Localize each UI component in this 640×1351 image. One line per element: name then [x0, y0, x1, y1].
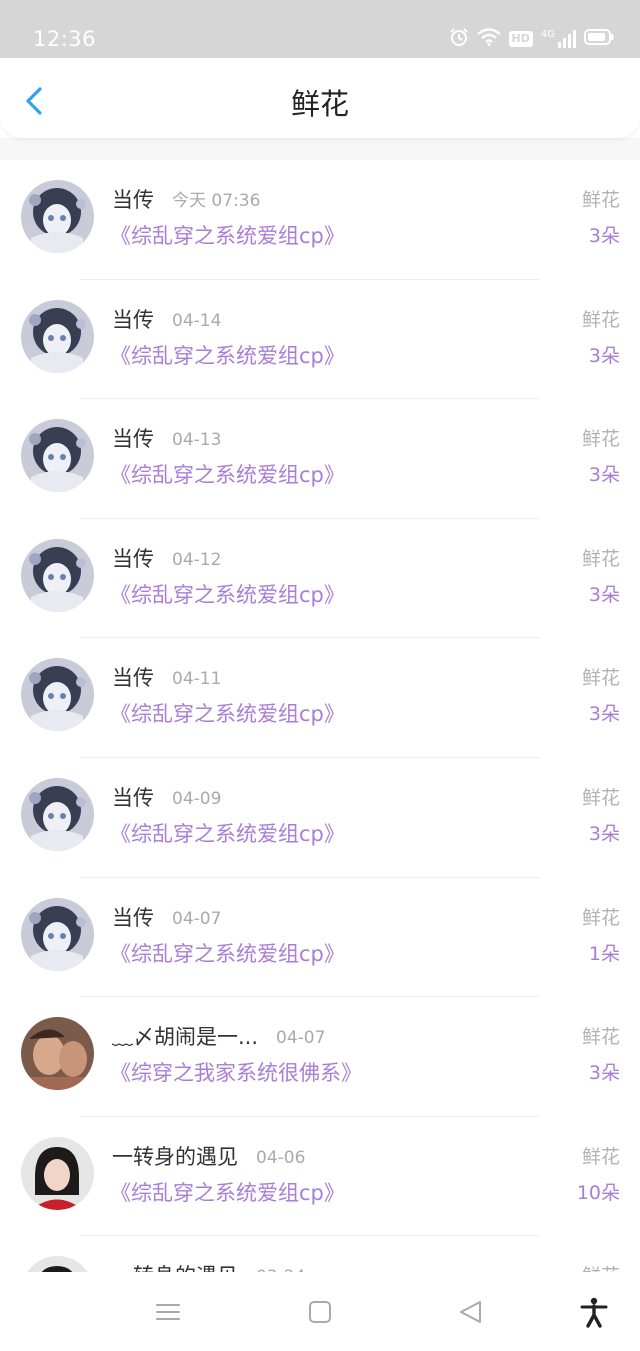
gift-count: 3朵 — [588, 822, 620, 845]
gift-records-list[interactable]: 当传 今天 07:36 《综乱穿之系统爱组cp》 鲜花 3朵 当传 04-14 … — [0, 160, 640, 1272]
list-item[interactable]: 当传 04-14 《综乱穿之系统爱组cp》 鲜花 3朵 — [0, 280, 640, 400]
home-button[interactable] — [304, 1296, 336, 1328]
gift-type: 鲜花 — [581, 189, 620, 211]
divider-band — [0, 138, 640, 160]
gift-time: 04-07 — [276, 1028, 326, 1049]
list-item[interactable]: 当传 04-09 《综乱穿之系统爱组cp》 鲜花 3朵 — [0, 758, 640, 878]
avatar[interactable] — [21, 777, 94, 851]
sender-name: 当传 — [112, 546, 154, 571]
book-title[interactable]: 《综乱穿之系统爱组cp》 — [110, 939, 345, 969]
status-bar: 12:36 HD 4G — [0, 0, 640, 58]
gift-count: 3朵 — [588, 344, 620, 367]
menu-button[interactable] — [152, 1296, 184, 1328]
book-title[interactable]: 《综乱穿之系统爱组cp》 — [110, 460, 345, 490]
hd-icon: HD — [508, 31, 533, 47]
back-nav-button[interactable] — [455, 1296, 487, 1328]
gift-type: 鲜花 — [582, 1263, 620, 1272]
page-title: 鲜花 — [290, 87, 349, 121]
book-title[interactable]: 《综乱穿之系统爱组cp》 — [110, 221, 345, 251]
avatar[interactable] — [21, 1256, 94, 1272]
avatar[interactable] — [21, 658, 94, 732]
gift-type: 鲜花 — [581, 1026, 620, 1049]
gift-time: 04-14 — [172, 310, 222, 331]
wifi-icon — [476, 28, 501, 50]
list-item[interactable]: ﹏〆胡闹是一... 04-07 《综穿之我家系统很佛系》 鲜花 3朵 — [0, 997, 640, 1117]
list-item[interactable]: 一转身的遇见 03-24 《综乱穿之系统爱组cp》 鲜花 — [0, 1236, 640, 1272]
gift-count: 1朵 — [588, 942, 620, 965]
avatar[interactable] — [21, 897, 94, 971]
list-item[interactable]: 一转身的遇见 04-06 《综乱穿之系统爱组cp》 鲜花 10朵 — [0, 1117, 640, 1237]
list-item[interactable]: 当传 04-07 《综乱穿之系统爱组cp》 鲜花 1朵 — [0, 878, 640, 998]
status-time: 12:36 — [33, 27, 97, 51]
gift-time: 04-11 — [172, 669, 222, 690]
gift-time: 04-07 — [172, 908, 222, 929]
signal-4g-icon: 4G — [541, 30, 576, 48]
menu-icon — [156, 1304, 180, 1320]
gift-time: 今天 07:36 — [172, 191, 261, 211]
book-title[interactable]: 《综穿之我家系统很佛系》 — [110, 1058, 362, 1088]
book-title[interactable]: 《综乱穿之系统爱组cp》 — [110, 819, 345, 849]
avatar[interactable] — [21, 419, 94, 493]
accessibility-button[interactable] — [578, 1296, 610, 1328]
network-label: 4G — [540, 29, 555, 40]
gift-time: 04-13 — [172, 430, 222, 451]
gift-type: 鲜花 — [581, 906, 620, 929]
sender-name: 当传 — [112, 188, 154, 212]
gift-time: 04-09 — [172, 788, 222, 809]
gift-type: 鲜花 — [581, 1145, 620, 1168]
sender-name: 当传 — [112, 666, 154, 691]
gift-count: 3朵 — [588, 1062, 620, 1085]
sender-name: ﹏〆胡闹是一... — [112, 1025, 259, 1050]
sender-name: 一转身的遇见 — [112, 1144, 238, 1169]
gift-type: 鲜花 — [581, 547, 620, 570]
list-item[interactable]: 当传 04-13 《综乱穿之系统爱组cp》 鲜花 3朵 — [0, 399, 640, 519]
home-square-icon — [309, 1301, 331, 1323]
gift-count: 3朵 — [588, 225, 620, 247]
back-triangle-icon — [460, 1301, 481, 1323]
gift-type: 鲜花 — [581, 428, 620, 451]
gift-type: 鲜花 — [581, 308, 620, 331]
avatar[interactable] — [21, 180, 94, 253]
sender-name: 当传 — [112, 905, 154, 930]
sender-name: 当传 — [112, 427, 154, 452]
book-title[interactable]: 《综乱穿之系统爱组cp》 — [110, 580, 345, 610]
battery-icon — [584, 28, 614, 50]
system-nav-bar — [0, 1272, 640, 1351]
list-item[interactable]: 当传 04-11 《综乱穿之系统爱组cp》 鲜花 3朵 — [0, 638, 640, 758]
sender-name: 当传 — [112, 785, 154, 810]
book-title[interactable]: 《综乱穿之系统爱组cp》 — [110, 699, 345, 729]
gift-count: 3朵 — [588, 464, 620, 487]
gift-time: 04-12 — [172, 549, 222, 570]
avatar[interactable] — [21, 1136, 94, 1210]
gift-count: 3朵 — [588, 583, 620, 606]
status-icons: HD 4G — [449, 28, 614, 50]
avatar[interactable] — [21, 299, 94, 373]
alarm-icon — [449, 27, 469, 51]
gift-type: 鲜花 — [581, 667, 620, 690]
gift-count: 3朵 — [588, 703, 620, 726]
gift-type: 鲜花 — [581, 786, 620, 809]
avatar[interactable] — [21, 1017, 94, 1091]
gift-time: 04-06 — [256, 1147, 306, 1168]
header: 鲜花 — [0, 58, 640, 138]
sender-name: 一转身的遇见 — [112, 1262, 238, 1272]
gift-count: 10朵 — [576, 1181, 620, 1204]
list-item[interactable]: 当传 今天 07:36 《综乱穿之系统爱组cp》 鲜花 3朵 — [0, 160, 640, 280]
sender-name: 当传 — [112, 307, 154, 332]
book-title[interactable]: 《综乱穿之系统爱组cp》 — [110, 1178, 345, 1208]
book-title[interactable]: 《综乱穿之系统爱组cp》 — [110, 341, 345, 371]
accessibility-icon — [580, 1297, 608, 1328]
list-item[interactable]: 当传 04-12 《综乱穿之系统爱组cp》 鲜花 3朵 — [0, 519, 640, 639]
avatar[interactable] — [21, 538, 94, 612]
